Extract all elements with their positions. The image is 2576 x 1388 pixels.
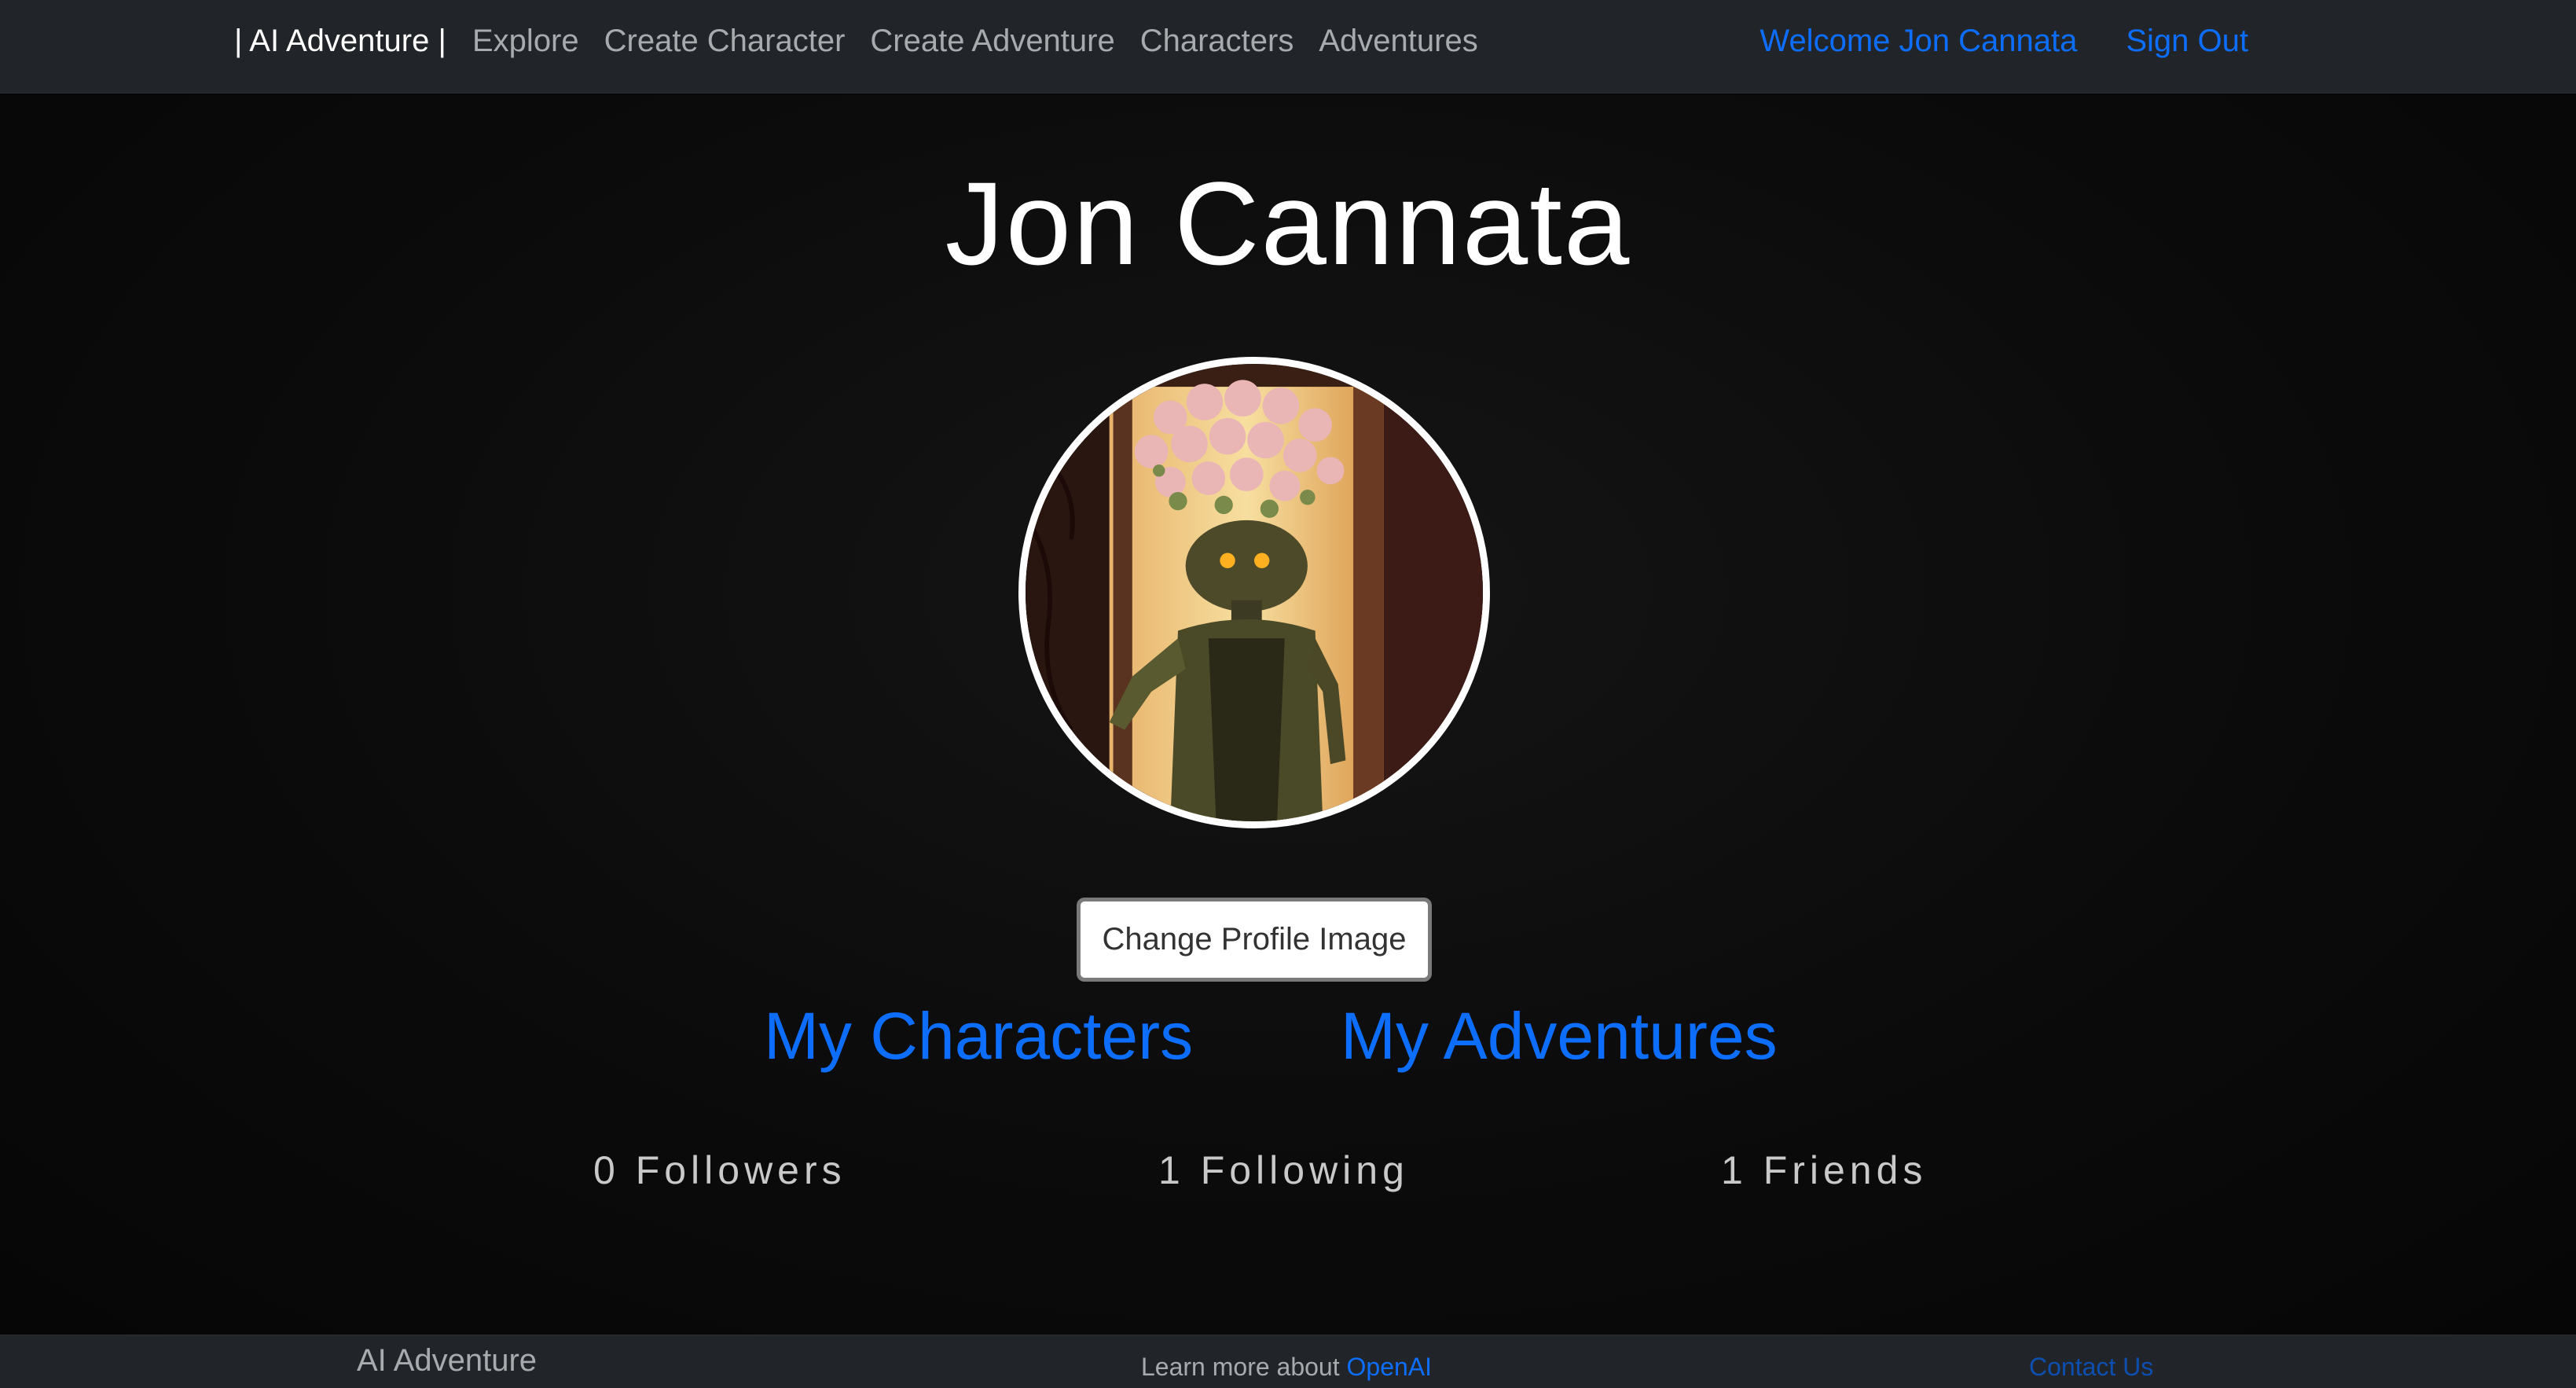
brand-link[interactable]: | AI Adventure | [234, 24, 446, 59]
following-count[interactable]: 1 Following [1158, 1147, 1409, 1193]
nav-characters[interactable]: Characters [1140, 24, 1294, 59]
followers-count[interactable]: 0 Followers [593, 1147, 846, 1193]
sign-out-link[interactable]: Sign Out [2126, 24, 2248, 59]
nav-adventures[interactable]: Adventures [1319, 24, 1477, 59]
footer-brand: AI Adventure [357, 1343, 538, 1378]
contact-us-link[interactable]: Contact Us [2029, 1353, 2153, 1382]
footer: AI Adventure Learn more about OpenAI Con… [0, 1335, 2576, 1388]
nav-links: Explore Create Character Create Adventur… [472, 24, 1503, 59]
welcome-user-link[interactable]: Welcome Jon Cannata [1760, 24, 2077, 59]
change-profile-image-button[interactable]: Change Profile Image [1077, 898, 1432, 982]
nav-explore[interactable]: Explore [472, 24, 579, 59]
my-characters-link[interactable]: My Characters [764, 998, 1193, 1074]
openai-link[interactable]: OpenAI [1347, 1353, 1433, 1381]
footer-learn-more: Learn more about OpenAI [1141, 1353, 1432, 1382]
friends-count[interactable]: 1 Friends [1721, 1147, 1927, 1193]
footer-learn-more-text: Learn more about [1141, 1353, 1347, 1381]
avatar [1018, 357, 1490, 828]
nav-create-character[interactable]: Create Character [604, 24, 846, 59]
nav-user-area: Welcome Jon Cannata Sign Out [1711, 24, 2248, 59]
profile-image [1026, 364, 1483, 821]
top-navbar: | AI Adventure | Explore Create Characte… [0, 0, 2576, 94]
profile-name-heading: Jon Cannata [945, 157, 1631, 289]
profile-main: Jon Cannata Change Profile Image My Char… [0, 94, 2576, 1335]
my-adventures-link[interactable]: My Adventures [1341, 998, 1778, 1074]
nav-create-adventure[interactable]: Create Adventure [870, 24, 1114, 59]
